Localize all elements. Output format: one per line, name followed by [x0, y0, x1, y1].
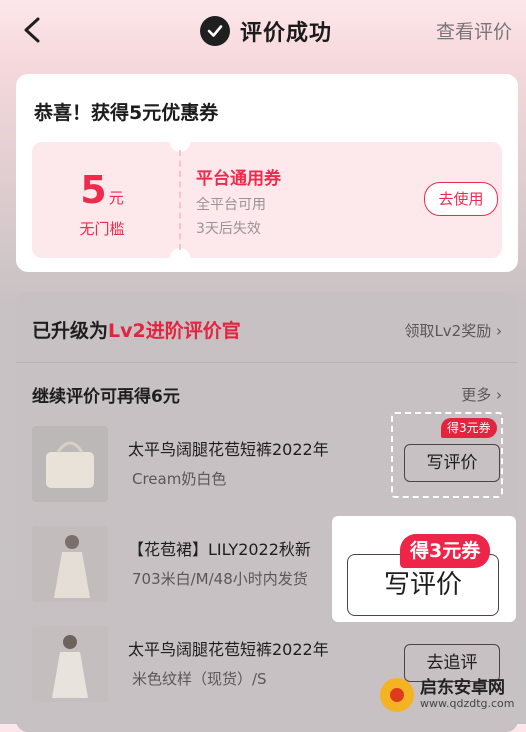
claim-reward-label: 领取Lv2奖励 — [404, 322, 492, 340]
level-name: Lv2进阶评价官 — [108, 320, 241, 342]
coupon-amount-number: 5 — [80, 168, 107, 212]
page-title: 评价成功 — [240, 21, 333, 46]
top-bar: 评价成功 查看评价 — [0, 0, 526, 60]
use-coupon-button[interactable]: 去使用 — [424, 182, 498, 216]
more-link[interactable]: 更多 › — [461, 384, 502, 405]
level-prefix: 已升级为 — [32, 320, 109, 342]
view-reviews-link[interactable]: 查看评价 — [436, 17, 512, 44]
product-title: 太平鸟阔腿花苞短裤2022年 — [128, 440, 329, 459]
site-watermark: 启东安卓网 www.qdzdtg.com — [380, 678, 514, 712]
back-arrow-icon[interactable] — [20, 16, 46, 44]
product-spec: 米色纹样（现货）/S — [132, 670, 267, 688]
watermark-text: 启东安卓网 www.qdzdtg.com — [420, 678, 515, 711]
coupon-ticket: 5元 无门槛 平台通用券 全平台可用 3天后失效 去使用 — [32, 142, 502, 258]
coupon-value-area: 5元 无门槛 — [32, 142, 172, 258]
ticket-divider — [179, 150, 181, 250]
claim-reward-link[interactable]: 领取Lv2奖励 › — [404, 320, 502, 341]
page-title-group: 评价成功 — [200, 14, 332, 48]
reward-badge-highlighted: 得3元券 — [400, 534, 491, 568]
continue-review-title: 继续评价可再得6元 — [32, 387, 180, 407]
product-title: 【花苞裙】LILY2022秋新 — [128, 540, 311, 559]
watermark-name: 启东安卓网 — [420, 678, 505, 699]
chevron-right-icon: › — [496, 386, 502, 404]
divider — [16, 362, 518, 363]
product-image — [32, 626, 108, 702]
follow-up-review-button[interactable]: 去追评 — [404, 644, 500, 682]
coupon-card: 恭喜！获得5元优惠券 5元 无门槛 平台通用券 全平台可用 3天后失效 去使用 — [16, 74, 518, 272]
coupon-name: 平台通用券 — [196, 169, 281, 189]
review-tasks-panel: 已升级为Lv2进阶评价官 领取Lv2奖励 › 继续评价可再得6元 更多 › 太平… — [16, 292, 518, 732]
highlight-dashed-outline — [391, 412, 503, 498]
guide-spotlight: 写评价 得3元券 — [332, 516, 516, 622]
coupon-scope: 全平台可用 — [196, 197, 266, 213]
coupon-amount-unit: 元 — [108, 189, 124, 207]
level-row[interactable]: 已升级为Lv2进阶评价官 领取Lv2奖励 › — [32, 312, 502, 346]
coupon-threshold: 无门槛 — [79, 220, 125, 238]
more-label: 更多 — [461, 386, 492, 404]
level-upgrade-text: 已升级为Lv2进阶评价官 — [32, 316, 241, 343]
product-title: 太平鸟阔腿花苞短裤2022年 — [128, 640, 329, 659]
product-spec: 703米白/M/48小时内发货 — [132, 570, 308, 588]
chevron-right-icon: › — [496, 322, 502, 340]
check-circle-icon — [200, 16, 230, 46]
product-image — [32, 426, 108, 502]
watermark-url: www.qdzdtg.com — [420, 697, 515, 711]
watermark-logo-icon — [380, 678, 414, 712]
coupon-heading: 恭喜！获得5元优惠券 — [34, 102, 219, 124]
coupon-amount: 5元 — [32, 168, 172, 212]
product-image — [32, 526, 108, 602]
coupon-expiry: 3天后失效 — [196, 221, 261, 237]
product-spec: Cream奶白色 — [132, 470, 227, 488]
